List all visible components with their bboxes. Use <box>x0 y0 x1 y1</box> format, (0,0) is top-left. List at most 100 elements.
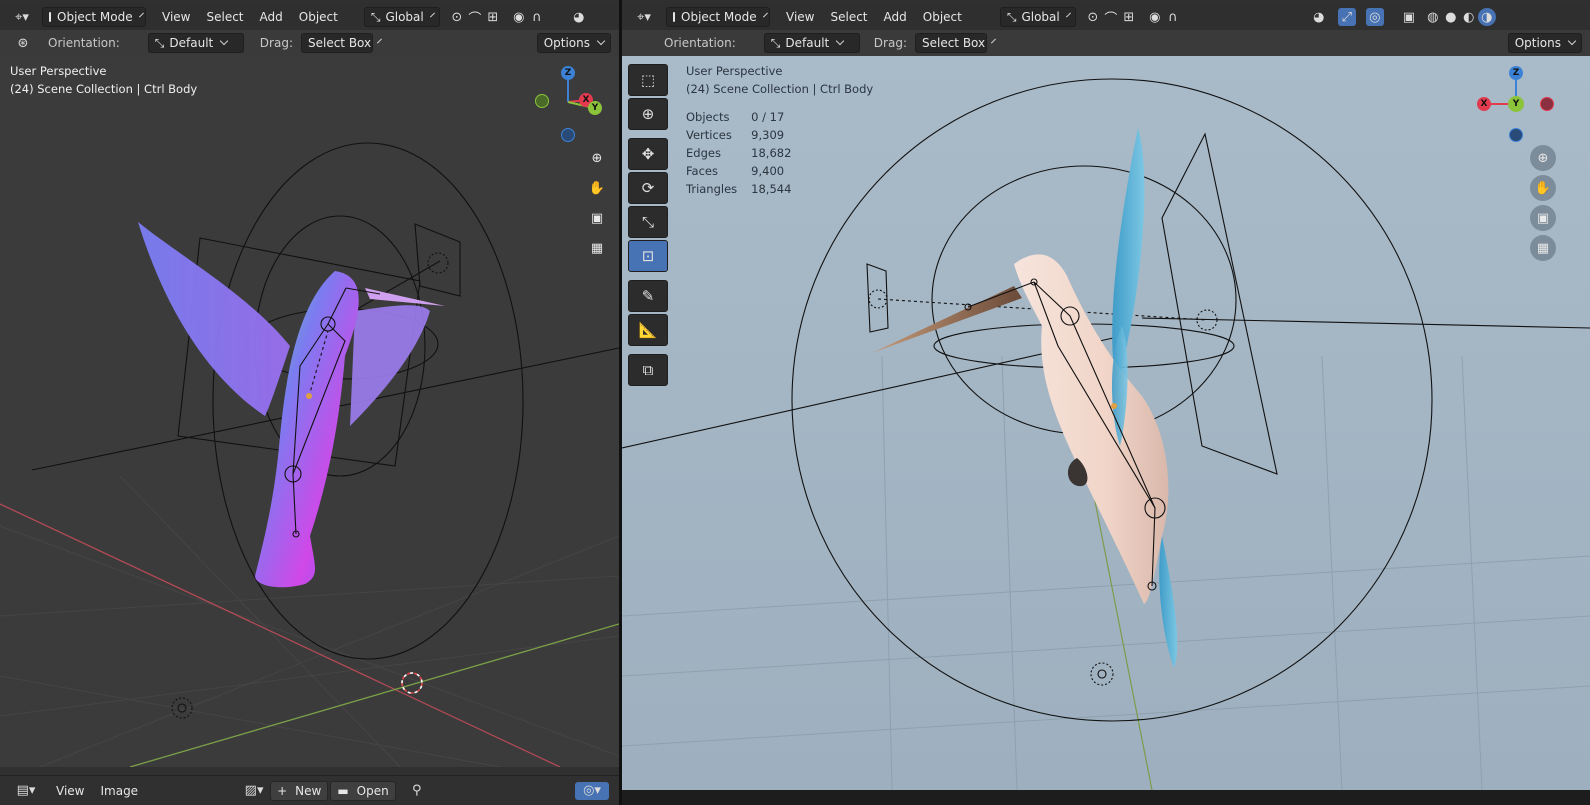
move-tool-icon[interactable]: ✥ <box>628 138 668 170</box>
left-orientation-dropdown[interactable]: ⤡ Default <box>147 33 244 53</box>
gizmo-toggle-icon[interactable]: ⤢ <box>1337 8 1356 26</box>
new-label: New <box>295 783 322 798</box>
perspective-label: User Perspective <box>686 64 783 78</box>
material-shading-icon[interactable]: ◐ <box>1460 8 1478 26</box>
folder-icon: ▬ <box>337 783 349 798</box>
overlays-toggle-icon[interactable]: ◎ <box>1365 8 1384 26</box>
add-cube-tool-icon[interactable]: ⧉ <box>628 354 668 386</box>
snap-target-icon[interactable]: ⊞ <box>1120 8 1138 26</box>
orientation-value: Default <box>785 36 830 50</box>
right-menu-object[interactable]: Object <box>915 10 970 24</box>
right-viewport-canvas[interactable]: ⬚ ⊕ ✥ ⟳ ⤡ ⊡ ✎ 📐 ⧉ User Perspective (24) … <box>622 56 1590 790</box>
transform-icon: ⤡ <box>370 9 381 24</box>
right-transform-space-dropdown[interactable]: ⤡ Global <box>999 7 1076 27</box>
camera-icon[interactable]: ▣ <box>1530 205 1556 231</box>
left-menu-object[interactable]: Object <box>291 10 346 24</box>
camera-icon[interactable]: ▣ <box>584 205 610 231</box>
drag-value: Select Box <box>307 36 372 50</box>
gizmo-z[interactable]: Z <box>561 66 575 80</box>
stat-value: 0 / 17 <box>751 110 785 124</box>
image-editor-type-icon[interactable]: ▤▾ <box>12 782 40 800</box>
wireframe-shading-icon[interactable]: ◍ <box>1424 8 1442 26</box>
gizmo-z[interactable]: Z <box>1509 66 1523 80</box>
gizmo-x[interactable]: X <box>1477 97 1491 111</box>
right-drag-dropdown[interactable]: Select Box <box>914 33 987 53</box>
transform-tool-icon[interactable]: ⊡ <box>628 240 668 272</box>
stat-value: 18,544 <box>751 182 792 196</box>
pan-hand-icon[interactable]: ✋ <box>1530 175 1556 201</box>
open-image-button[interactable]: ▬ Open <box>330 780 396 801</box>
gizmo-neg-z[interactable] <box>1509 128 1523 142</box>
image-menu-image[interactable]: Image <box>92 784 146 798</box>
stat-row: Faces 9,400 <box>686 162 805 180</box>
mode-label: Object Mode <box>681 10 757 24</box>
stat-value: 9,400 <box>751 164 785 178</box>
right-tool-settings: Orientation: ⤡ Default Drag: Select Box O… <box>622 30 1590 56</box>
left-mode-dropdown[interactable]: Object Mode <box>42 7 146 27</box>
editor-type-icon[interactable]: ⌖▾ <box>8 8 36 26</box>
left-drag-dropdown[interactable]: Select Box <box>300 33 373 53</box>
snap-icon[interactable]: ⌒ <box>466 8 484 27</box>
right-navigation-gizmo[interactable]: Z X Y <box>1474 62 1564 146</box>
annotate-tool-icon[interactable]: ✎ <box>628 280 668 312</box>
falloff-icon[interactable]: ∩ <box>528 8 546 26</box>
xray-icon[interactable]: ▣ <box>1400 8 1418 26</box>
scale-tool-icon[interactable]: ⤡ <box>628 206 668 238</box>
left-options-dropdown[interactable]: Options <box>536 33 611 53</box>
left-menu-select[interactable]: Select <box>198 10 251 24</box>
visibility-icon[interactable]: ◕ <box>570 8 588 26</box>
stat-value: 9,309 <box>751 128 785 142</box>
measure-tool-icon[interactable]: 📐 <box>628 314 668 346</box>
left-scene <box>0 142 619 767</box>
gizmo-y[interactable]: Y <box>588 101 602 115</box>
right-menu-add[interactable]: Add <box>876 10 915 24</box>
image-editor-header: ▤▾ View Image ▨▾ + New ▬ Open ⚲ ◎▾ <box>0 775 619 805</box>
right-orientation-dropdown[interactable]: ⤡ Default <box>763 33 860 53</box>
editor-type-icon[interactable]: ⌖▾ <box>630 8 658 26</box>
pivot-icon[interactable]: ⊙ <box>448 8 466 26</box>
rendered-shading-icon[interactable]: ◑ <box>1477 8 1496 26</box>
visibility-icon[interactable]: ◕ <box>1310 8 1328 26</box>
stat-row: Edges 18,682 <box>686 144 805 162</box>
falloff-icon[interactable]: ∩ <box>1164 8 1182 26</box>
left-viewport-canvas[interactable]: User Perspective (24) Scene Collection |… <box>0 56 619 767</box>
snap-target-icon[interactable]: ⊞ <box>484 8 502 26</box>
rotate-tool-icon[interactable]: ⟳ <box>628 172 668 204</box>
cursor-tool-icon[interactable]: ⊕ <box>628 98 668 130</box>
left-navigation-gizmo[interactable]: Z X Y <box>530 64 610 144</box>
left-transform-space-dropdown[interactable]: ⤡ Global <box>363 7 440 27</box>
stat-label: Objects <box>686 110 730 124</box>
left-3d-viewport-area: ⌖▾ Object Mode View Select Add Object ⤡ G… <box>0 0 619 805</box>
gizmo-neg-x[interactable] <box>1540 97 1554 111</box>
transform-space-label: Global <box>385 10 424 24</box>
left-menu-view[interactable]: View <box>154 10 198 24</box>
overlay-toggle-icon[interactable]: ◎▾ <box>575 781 609 800</box>
pivot-icon[interactable]: ⊙ <box>1084 8 1102 26</box>
image-browse-icon[interactable]: ▨▾ <box>240 782 268 800</box>
right-mode-dropdown[interactable]: Object Mode <box>666 7 770 27</box>
orientation-icon: ⤡ <box>154 35 165 50</box>
right-options-dropdown[interactable]: Options <box>1507 33 1582 53</box>
gizmo-neg-y[interactable] <box>535 94 549 108</box>
snap-icon[interactable]: ⌒ <box>1102 8 1120 27</box>
pan-hand-icon[interactable]: ✋ <box>584 175 610 201</box>
solid-shading-icon[interactable]: ● <box>1442 8 1460 26</box>
perspective-grid-icon[interactable]: ▦ <box>1530 235 1556 261</box>
proportional-edit-icon[interactable]: ◉ <box>1146 8 1164 26</box>
new-image-button[interactable]: + New <box>270 780 329 801</box>
zoom-icon[interactable]: ⊕ <box>1530 145 1556 171</box>
pin-icon[interactable]: ⚲ <box>408 782 426 800</box>
perspective-grid-icon[interactable]: ▦ <box>584 235 610 261</box>
right-menu-select[interactable]: Select <box>822 10 875 24</box>
proportional-edit-icon[interactable]: ◉ <box>510 8 528 26</box>
select-box-tool-icon[interactable]: ⬚ <box>628 64 668 96</box>
gizmo-neg-z[interactable] <box>561 128 575 142</box>
stat-row: Triangles 18,544 <box>686 180 805 198</box>
gizmo-y[interactable]: Y <box>1508 96 1524 112</box>
image-menu-view[interactable]: View <box>48 784 92 798</box>
tool-settings-icon: ⊛ <box>17 35 29 51</box>
left-menu-add[interactable]: Add <box>252 10 291 24</box>
right-menu-view[interactable]: View <box>778 10 822 24</box>
plus-icon: + <box>277 783 288 798</box>
zoom-icon[interactable]: ⊕ <box>584 145 610 171</box>
